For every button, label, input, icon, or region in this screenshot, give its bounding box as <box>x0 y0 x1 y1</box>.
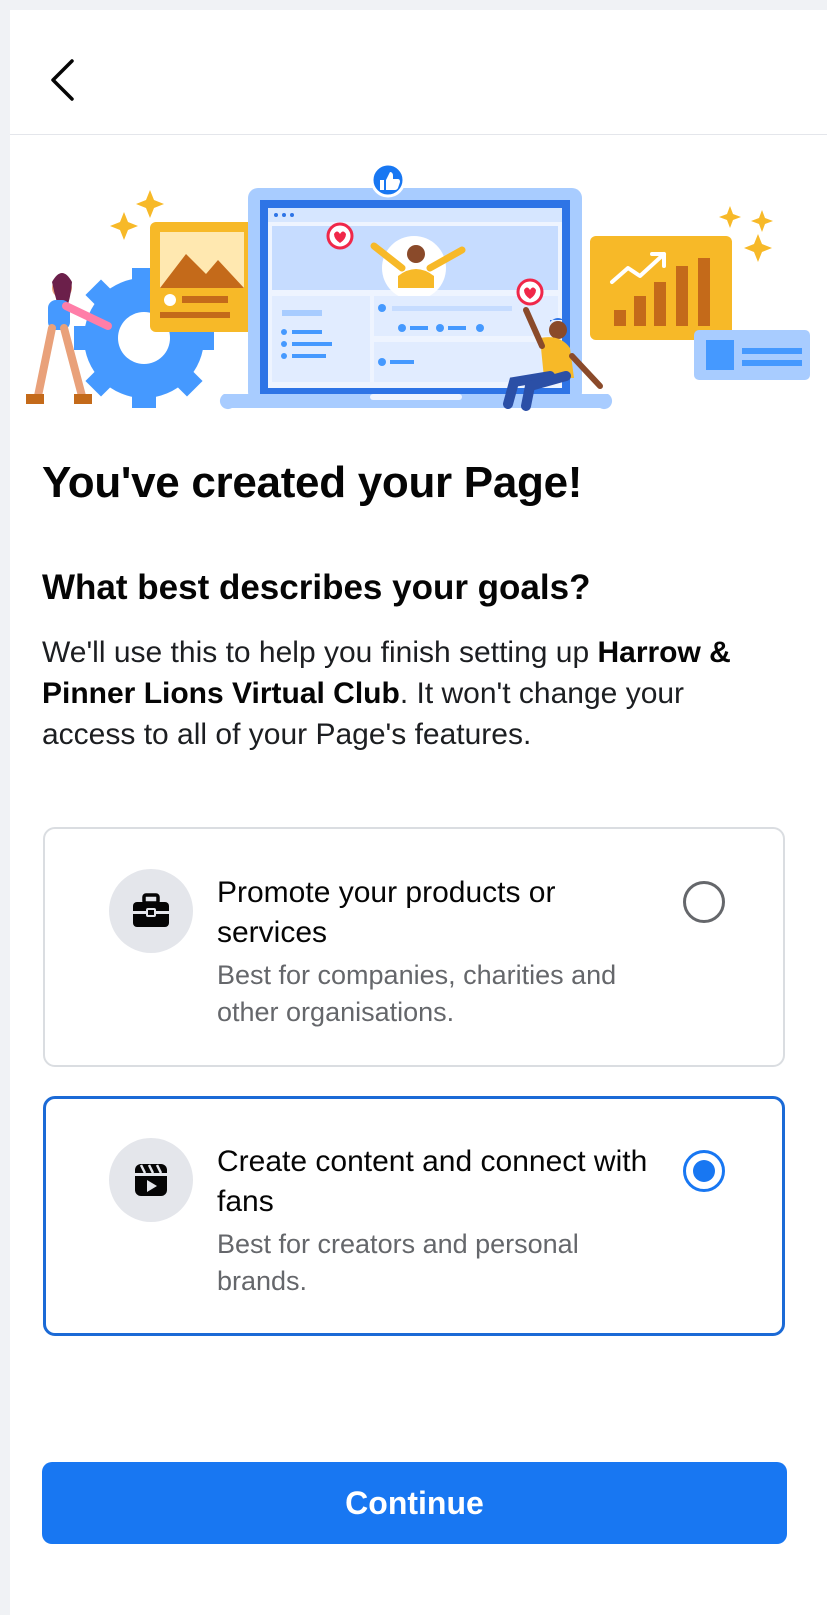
goals-description: We'll use this to help you finish settin… <box>42 632 782 755</box>
option-icon-circle <box>109 869 193 953</box>
page-created-illustration <box>26 162 810 411</box>
option-title: Promote your products or services <box>217 876 556 949</box>
left-edge <box>0 0 10 1615</box>
like-thumbs-up-icon <box>370 162 406 198</box>
page-title: You've created your Page! <box>42 458 583 507</box>
option-description: Best for companies, charities and other … <box>217 960 617 1027</box>
radio-create-content[interactable] <box>683 1150 725 1192</box>
reels-clapper-icon <box>135 1164 167 1196</box>
back-button[interactable] <box>40 50 84 110</box>
header <box>10 10 827 135</box>
option-card-promote-products[interactable]: Promote your products or services Best f… <box>43 827 785 1067</box>
chevron-left-icon <box>51 59 74 101</box>
heart-reaction-icon <box>326 222 354 250</box>
briefcase-icon <box>133 893 169 927</box>
option-title: Create content and connect with fans <box>217 1145 648 1218</box>
bar-chart-icon <box>590 236 732 340</box>
top-edge <box>0 0 827 10</box>
description-prefix: We'll use this to help you finish settin… <box>42 636 598 669</box>
option-description: Best for creators and personal brands. <box>217 1229 579 1296</box>
radio-promote-products[interactable] <box>683 881 725 923</box>
continue-button[interactable]: Continue <box>42 1462 787 1544</box>
goals-subtitle: What best describes your goals? <box>42 568 591 607</box>
option-card-create-content[interactable]: Create content and connect with fans Bes… <box>43 1096 785 1336</box>
option-icon-circle <box>109 1138 193 1222</box>
